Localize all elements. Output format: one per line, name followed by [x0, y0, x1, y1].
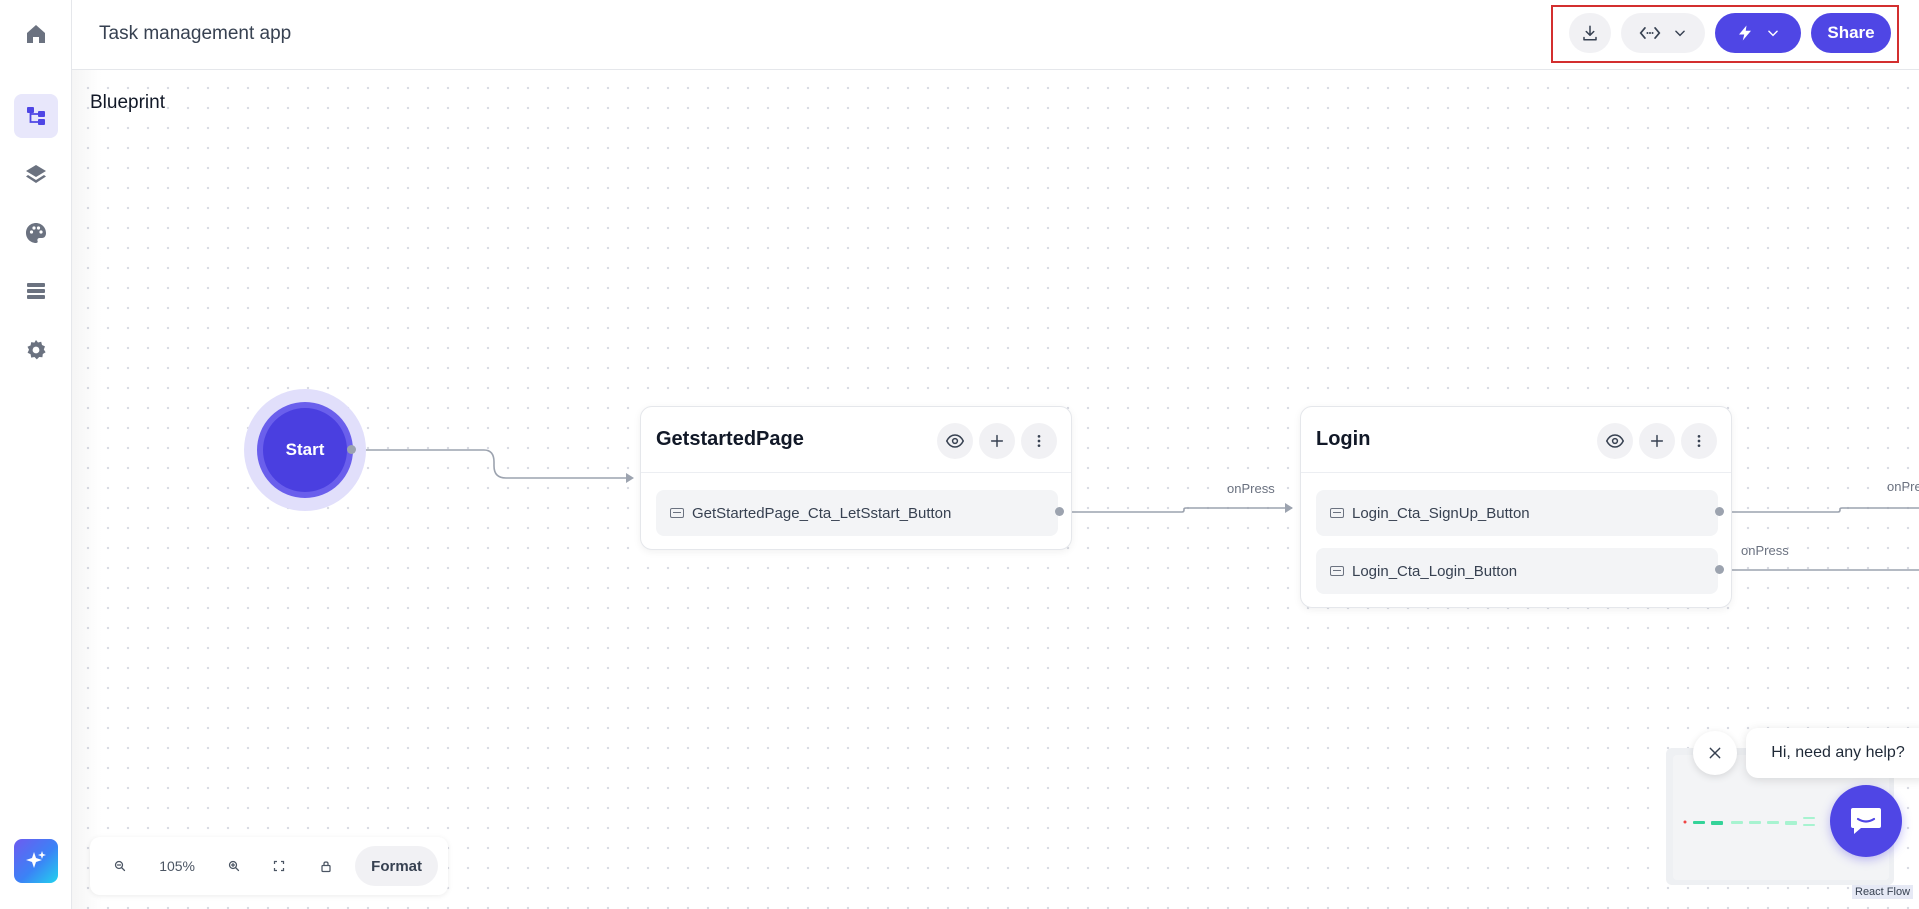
react-flow-attribution[interactable]: React Flow [1852, 885, 1914, 899]
edge-login-signup-out [1720, 507, 1919, 513]
home-icon [27, 25, 45, 43]
eye-icon [1606, 434, 1624, 448]
ai-assistant-button[interactable] [14, 839, 58, 883]
start-node-label: Start [257, 402, 353, 498]
plus-icon [1650, 434, 1664, 448]
format-button[interactable]: Format [355, 846, 438, 886]
row-output-handle[interactable] [1715, 507, 1724, 516]
share-button[interactable]: Share [1811, 13, 1891, 53]
edge-arrow [1285, 503, 1293, 513]
sidebar-item-layers[interactable] [14, 152, 58, 196]
button-component-icon [1330, 566, 1344, 576]
edge-label-onpress: onPress [1887, 479, 1919, 494]
node-actions [1597, 423, 1717, 459]
code-export-dropdown[interactable] [1621, 13, 1705, 53]
zoom-in-icon [229, 860, 240, 872]
node-component-row[interactable]: GetStartedPage_Cta_LetSstart_Button [656, 490, 1058, 536]
zoom-controls: 105% Format [90, 837, 448, 895]
close-icon [1709, 747, 1721, 759]
node-actions [937, 423, 1057, 459]
settings-icon [27, 340, 46, 360]
add-button[interactable] [1639, 423, 1675, 459]
data-list-icon [27, 283, 45, 299]
edge-arrow [626, 473, 634, 483]
sidebar-item-data[interactable] [14, 269, 58, 313]
start-node-handle[interactable] [347, 445, 356, 454]
button-component-icon [670, 508, 684, 518]
node-header: GetstartedPage [641, 407, 1071, 473]
component-label: Login_Cta_Login_Button [1352, 562, 1518, 580]
zoom-out-icon [114, 860, 125, 872]
more-vertical-icon [1037, 435, 1041, 447]
zoom-out-button[interactable] [100, 846, 140, 886]
plus-icon [990, 434, 1004, 448]
more-options-button[interactable] [1681, 423, 1717, 459]
component-label: GetStartedPage_Cta_LetSstart_Button [692, 504, 952, 522]
add-button[interactable] [979, 423, 1015, 459]
download-icon [1583, 25, 1597, 41]
chat-launcher-button[interactable] [1830, 785, 1902, 857]
component-label: Login_Cta_SignUp_Button [1352, 504, 1530, 522]
blueprint-icon [27, 107, 45, 125]
node-title: Login [1316, 428, 1371, 450]
edge-label-onpress: onPress [1741, 543, 1789, 558]
sidebar-item-theme[interactable] [14, 211, 58, 255]
code-icon [1639, 27, 1661, 39]
home-button[interactable] [14, 12, 58, 56]
palette-icon [26, 223, 46, 243]
page-node-login[interactable]: Login Login_Cta_SignUp_Button Login_Cta_… [1300, 406, 1732, 608]
lock-icon [321, 860, 332, 872]
more-options-button[interactable] [1021, 423, 1057, 459]
chat-icon [1851, 808, 1881, 834]
node-header: Login [1301, 407, 1731, 473]
row-output-handle[interactable] [1055, 507, 1064, 516]
chevron-down-icon [1675, 30, 1685, 37]
chat-dismiss-button[interactable] [1693, 731, 1737, 775]
build-actions-dropdown[interactable] [1715, 13, 1801, 53]
blueprint-canvas[interactable]: Blueprint onPress onPress onPress Start … [72, 70, 1919, 909]
preview-button[interactable] [937, 423, 973, 459]
sidebar-item-blueprint[interactable] [14, 94, 58, 138]
button-component-icon [1330, 508, 1344, 518]
preview-button[interactable] [1597, 423, 1633, 459]
app-title: Task management app [99, 23, 292, 44]
fit-view-icon [273, 860, 285, 872]
download-button[interactable] [1569, 13, 1611, 53]
chevron-down-icon [1768, 30, 1778, 37]
row-output-handle[interactable] [1715, 565, 1724, 574]
page-node-getstarted[interactable]: GetstartedPage GetStartedPage_Cta_LetSst… [640, 406, 1072, 550]
edge-start-to-getstarted [352, 449, 632, 479]
lock-canvas-button[interactable] [304, 846, 349, 886]
more-vertical-icon [1697, 435, 1701, 447]
node-component-row[interactable]: Login_Cta_Login_Button [1316, 548, 1718, 594]
fit-view-button[interactable] [254, 846, 303, 886]
node-title: GetstartedPage [656, 428, 804, 450]
zoom-in-button[interactable] [215, 846, 255, 886]
eye-icon [946, 434, 964, 448]
chat-prompt-bubble[interactable]: Hi, need any help? [1746, 728, 1919, 778]
edge-getstarted-to-login [1060, 507, 1292, 513]
edge-label-onpress: onPress [1227, 481, 1275, 496]
sparkle-icon [26, 851, 46, 868]
sidebar-item-settings[interactable] [14, 328, 58, 372]
zoom-level[interactable]: 105% [140, 846, 215, 886]
lightning-icon [1739, 25, 1751, 41]
node-component-row[interactable]: Login_Cta_SignUp_Button [1316, 490, 1718, 536]
sidebar [0, 0, 72, 909]
top-header: Task management app Share [72, 0, 1919, 70]
layers-icon [26, 165, 46, 183]
